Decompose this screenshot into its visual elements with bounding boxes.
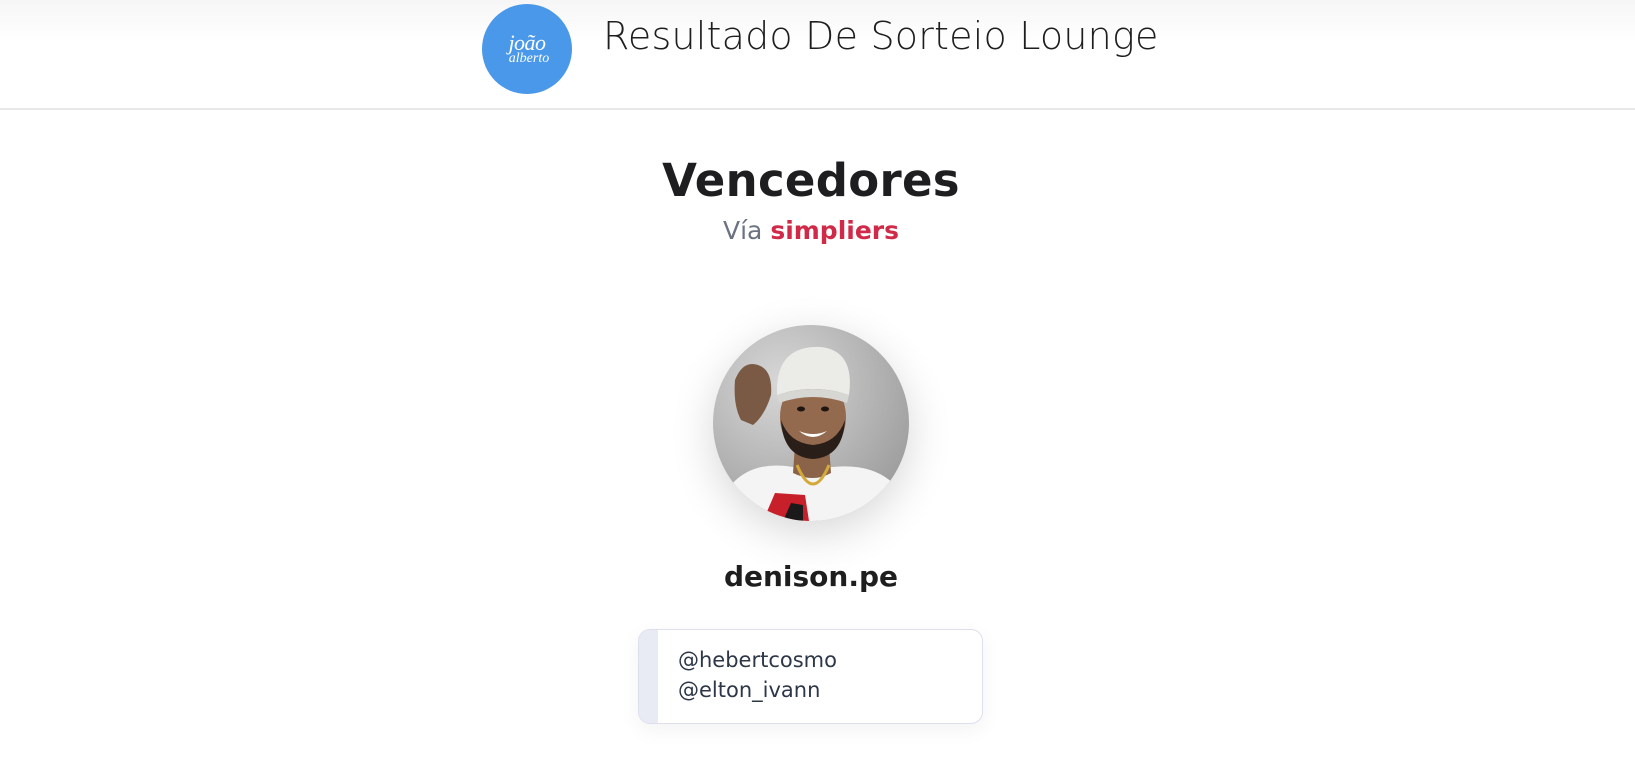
mention-item: @hebertcosmo [678, 648, 837, 672]
winner-avatar [713, 325, 909, 521]
winner-mentions-card: @hebertcosmo @elton_ivann [638, 629, 983, 724]
logo-line-1: joão [508, 30, 546, 55]
mentions-accent-bar [639, 630, 658, 723]
via-attribution: Vía simpliers [0, 216, 1622, 245]
logo-line-2: alberto [508, 51, 550, 66]
mention-item: @elton_ivann [678, 678, 821, 702]
brand-logo[interactable]: joão alberto [482, 4, 572, 94]
page-title: Resultado De Sorteio Lounge [603, 14, 1159, 58]
via-prefix: Vía [722, 216, 763, 245]
winners-heading: Vencedores [662, 154, 960, 207]
brand-link[interactable]: simpliers [770, 216, 899, 245]
site-header: joão alberto Resultado De Sorteio Lounge [0, 0, 1635, 110]
avatar-photo [713, 325, 909, 521]
winner-username: denison.pe [723, 560, 899, 593]
